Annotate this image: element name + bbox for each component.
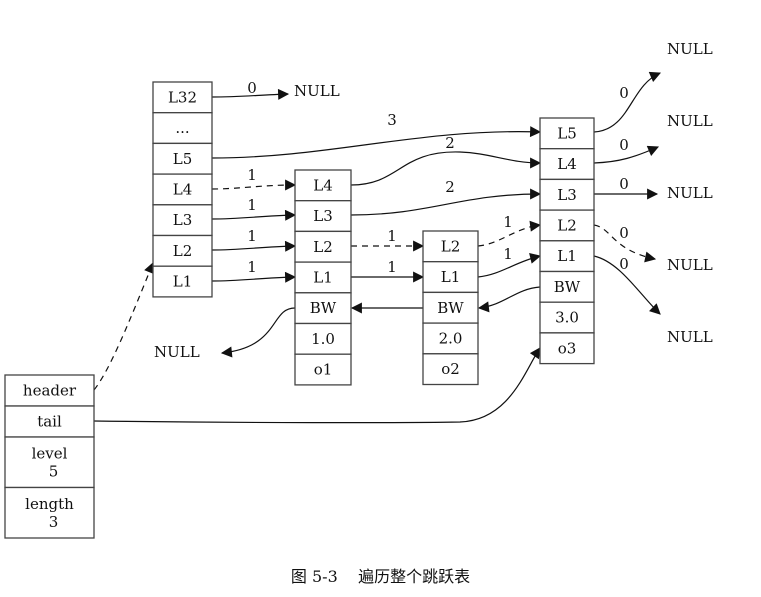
header-level-text: L2 xyxy=(173,242,193,260)
list-length-text: length xyxy=(25,495,74,513)
list-header-text: header xyxy=(23,382,77,400)
obj-text: o1 xyxy=(314,361,333,379)
level-text: L5 xyxy=(557,124,577,142)
list-level-text: 5 xyxy=(49,462,59,480)
header-level-text: L32 xyxy=(168,88,197,106)
level-text: L2 xyxy=(557,216,577,234)
null-label: NULL xyxy=(667,184,713,202)
span-label: 1 xyxy=(247,166,257,184)
span-label: 1 xyxy=(247,258,257,276)
level-text: L3 xyxy=(557,186,577,204)
span-label: 0 xyxy=(619,224,629,242)
edge-o1-bw-null xyxy=(220,307,296,358)
span-label: 0 xyxy=(247,79,257,97)
level-text: L4 xyxy=(313,176,333,194)
list-tail-text: tail xyxy=(37,413,62,431)
level-text: L4 xyxy=(557,155,577,173)
span-label: 1 xyxy=(247,227,257,245)
obj-text: o3 xyxy=(558,339,577,357)
skiplist-node-o1: L4 L3 L2 L1 BW 1.0 o1 xyxy=(294,169,352,386)
span-label: 0 xyxy=(619,175,629,193)
edge-header-l4-o1 xyxy=(211,179,297,191)
skiplist-node-o2: L2 L1 BW 2.0 o2 xyxy=(422,230,479,386)
figure-caption: 图 5-3 遍历整个跳跃表 xyxy=(290,567,471,586)
span-label: 1 xyxy=(503,213,513,231)
edge-list-header xyxy=(93,261,155,391)
obj-text: o2 xyxy=(441,360,460,378)
span-label: 2 xyxy=(445,178,455,196)
backward-text: BW xyxy=(437,299,464,317)
level-text: L2 xyxy=(441,237,461,255)
header-level-text: L5 xyxy=(173,150,193,168)
span-label: 0 xyxy=(619,136,629,154)
null-label: NULL xyxy=(294,82,340,100)
span-label: 0 xyxy=(619,84,629,102)
list-level-text: level xyxy=(32,444,68,462)
header-level-text: ... xyxy=(175,119,189,137)
span-label: 1 xyxy=(387,258,397,276)
header-level-text: L1 xyxy=(173,273,193,291)
edge-header-l5-o3 xyxy=(211,126,542,159)
edge-header-l2-o1 xyxy=(211,240,297,252)
null-label: NULL xyxy=(154,343,200,361)
edge-o3-l5-null xyxy=(593,71,662,133)
edge-header-l3-o1 xyxy=(211,209,297,221)
skiplist-diagram: 0 3 1 1 1 1 2 2 1 1 1 1 0 0 0 0 0 NULL N… xyxy=(4,40,713,539)
skiplist-node-o3: L5 L4 L3 L2 L1 BW 3.0 o3 xyxy=(539,117,595,365)
score-text: 3.0 xyxy=(555,309,579,327)
zskiplist-struct: header tail level5 length3 xyxy=(4,374,95,539)
edge-o1-l3-o3 xyxy=(350,188,542,216)
null-label: NULL xyxy=(667,112,713,130)
level-text: L2 xyxy=(313,238,333,256)
level-text: L1 xyxy=(557,247,577,265)
span-label: 1 xyxy=(387,227,397,245)
backward-text: BW xyxy=(554,278,581,296)
header-level-text: L3 xyxy=(173,211,193,229)
list-length-text: 3 xyxy=(49,513,59,531)
edge-o3-bw-o2 xyxy=(477,286,541,313)
span-label: 2 xyxy=(445,134,455,152)
nodes-layer: L32...L5L4L3L2L1L4L3L2L1BW1.0o1L2L1BW2.0… xyxy=(4,81,595,539)
span-label: 1 xyxy=(503,245,513,263)
header-level-text: L4 xyxy=(173,180,193,198)
null-label: NULL xyxy=(667,40,713,58)
null-label: NULL xyxy=(667,328,713,346)
score-text: 1.0 xyxy=(311,330,335,348)
level-text: L1 xyxy=(441,268,461,286)
span-label: 0 xyxy=(619,255,629,273)
level-text: L1 xyxy=(313,268,333,286)
null-label: NULL xyxy=(667,256,713,274)
span-label: 1 xyxy=(247,196,257,214)
level-text: L3 xyxy=(313,207,333,225)
header-node: L32... L5 L4 L3 L2 L1 xyxy=(152,81,213,298)
backward-text: BW xyxy=(310,299,337,317)
edge-header-l1-o1 xyxy=(211,271,297,283)
span-label: 3 xyxy=(387,111,397,129)
score-text: 2.0 xyxy=(439,329,463,347)
